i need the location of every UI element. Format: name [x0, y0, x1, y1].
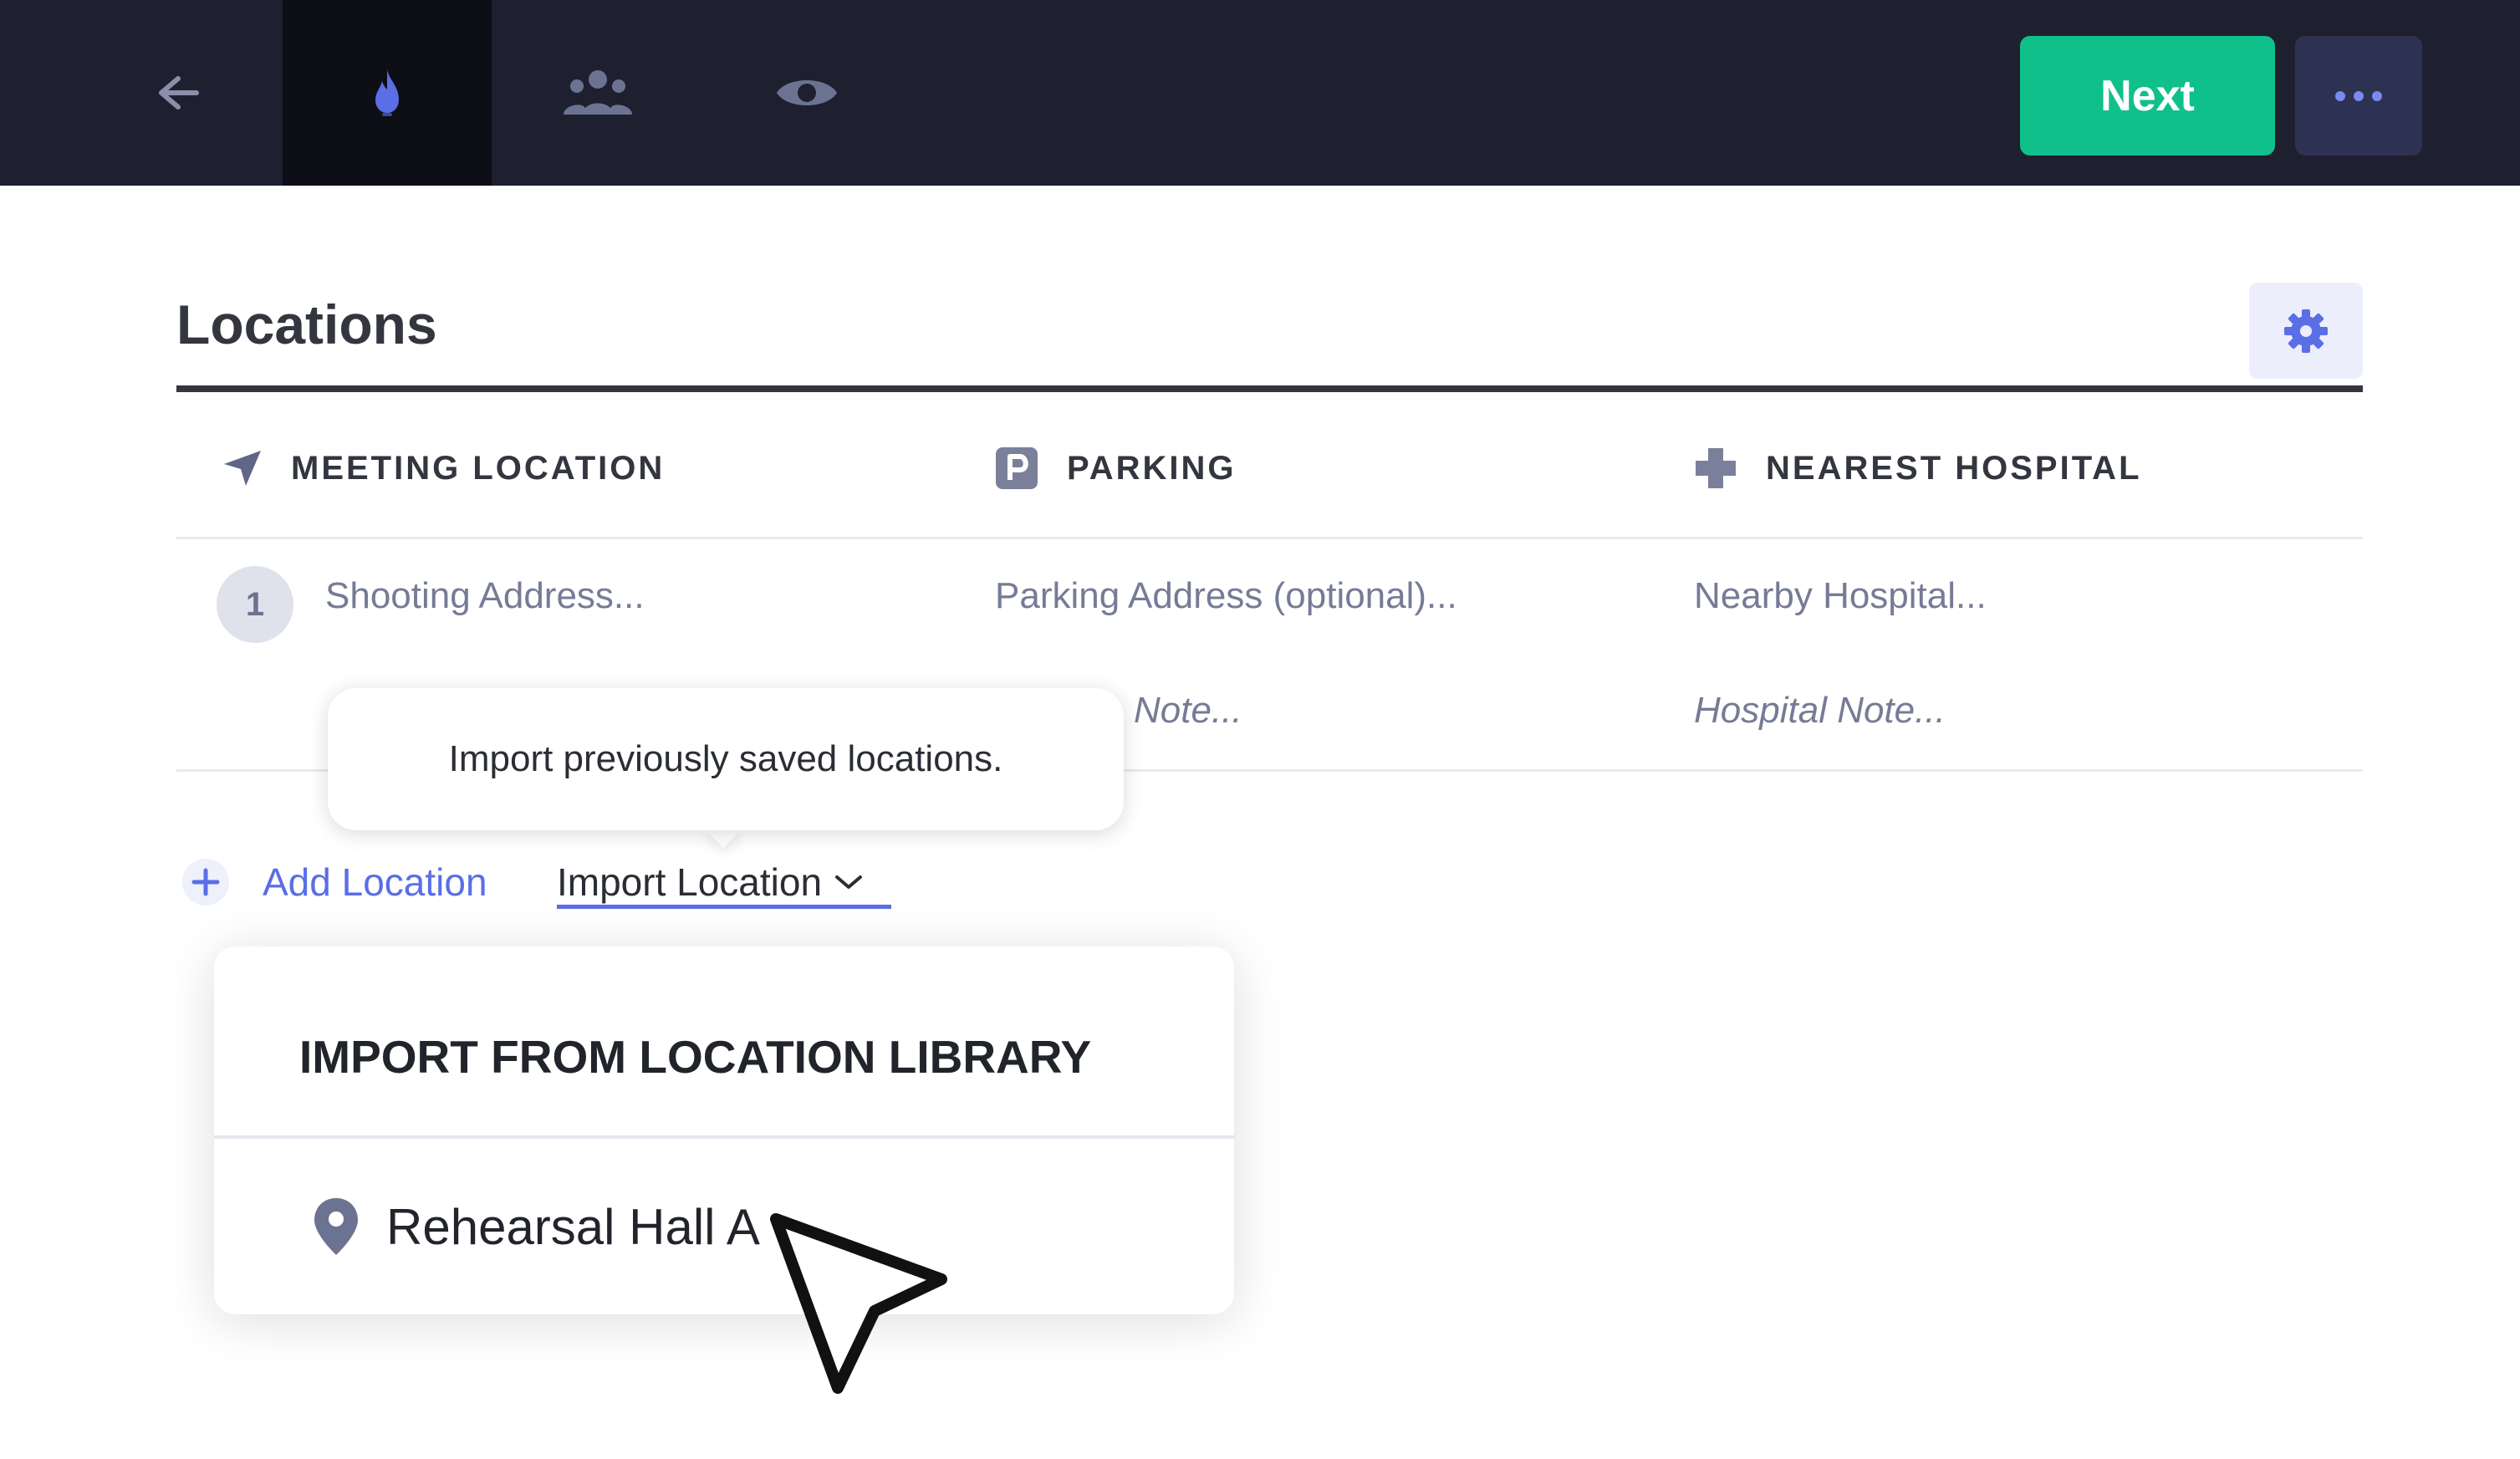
header-divider: [176, 537, 2363, 539]
column-label: MEETING LOCATION: [291, 449, 666, 487]
import-tooltip: Import previously saved locations.: [328, 688, 1124, 830]
add-location-button[interactable]: Add Location: [182, 853, 487, 911]
next-button[interactable]: Next: [2020, 36, 2275, 156]
import-location-underline: [557, 905, 891, 909]
dropdown-divider: [214, 1135, 1234, 1139]
eye-icon: [777, 80, 837, 105]
column-label: PARKING: [1067, 449, 1237, 487]
row-number-badge: 1: [217, 566, 293, 643]
column-header-parking: PARKING: [995, 443, 1236, 493]
import-dropdown-panel: IMPORT FROM LOCATION LIBRARY Rehearsal H…: [214, 946, 1234, 1314]
back-arrow-icon: [159, 76, 199, 110]
hospital-note-field[interactable]: Hospital Note...: [1694, 690, 1946, 732]
more-options-button[interactable]: [2295, 36, 2422, 156]
location-library-item[interactable]: Rehearsal Hall A: [311, 1189, 760, 1264]
page-title: Locations: [176, 293, 437, 355]
tab-team[interactable]: [493, 0, 702, 186]
import-location-dropdown[interactable]: Import Location: [557, 853, 864, 911]
plus-icon: [182, 859, 229, 905]
title-divider: [176, 385, 2363, 392]
location-item-label: Rehearsal Hall A: [386, 1198, 760, 1255]
map-pin-icon: [314, 1198, 358, 1255]
parking-note-field[interactable]: Note...: [1134, 690, 1242, 732]
medical-cross-icon: [1696, 448, 1736, 488]
flame-icon: [375, 69, 399, 116]
tab-flame[interactable]: [283, 0, 492, 186]
dropdown-heading: IMPORT FROM LOCATION LIBRARY: [299, 1031, 1092, 1083]
column-label: NEAREST HOSPITAL: [1766, 449, 2142, 487]
tab-preview[interactable]: [702, 0, 911, 186]
mouse-cursor-icon: [770, 1213, 947, 1394]
parking-icon: [996, 447, 1038, 489]
gear-icon: [2284, 309, 2328, 353]
parking-address-field[interactable]: Parking Address (optional)...: [995, 575, 1457, 617]
column-header-meeting-location: MEETING LOCATION: [222, 443, 665, 493]
navigation-arrow-icon: [224, 451, 261, 486]
team-icon: [564, 70, 632, 115]
back-button[interactable]: [74, 0, 283, 186]
top-toolbar: Next: [0, 0, 2520, 186]
ellipsis-icon: [2335, 90, 2382, 101]
add-location-label: Add Location: [263, 860, 487, 904]
chevron-down-icon: [835, 875, 863, 889]
nearby-hospital-field[interactable]: Nearby Hospital...: [1694, 575, 1987, 617]
shooting-address-field[interactable]: Shooting Address...: [325, 575, 645, 617]
settings-button[interactable]: [2249, 283, 2363, 379]
import-location-label: Import Location: [557, 860, 823, 904]
column-header-nearest-hospital: NEAREST HOSPITAL: [1694, 443, 2142, 493]
